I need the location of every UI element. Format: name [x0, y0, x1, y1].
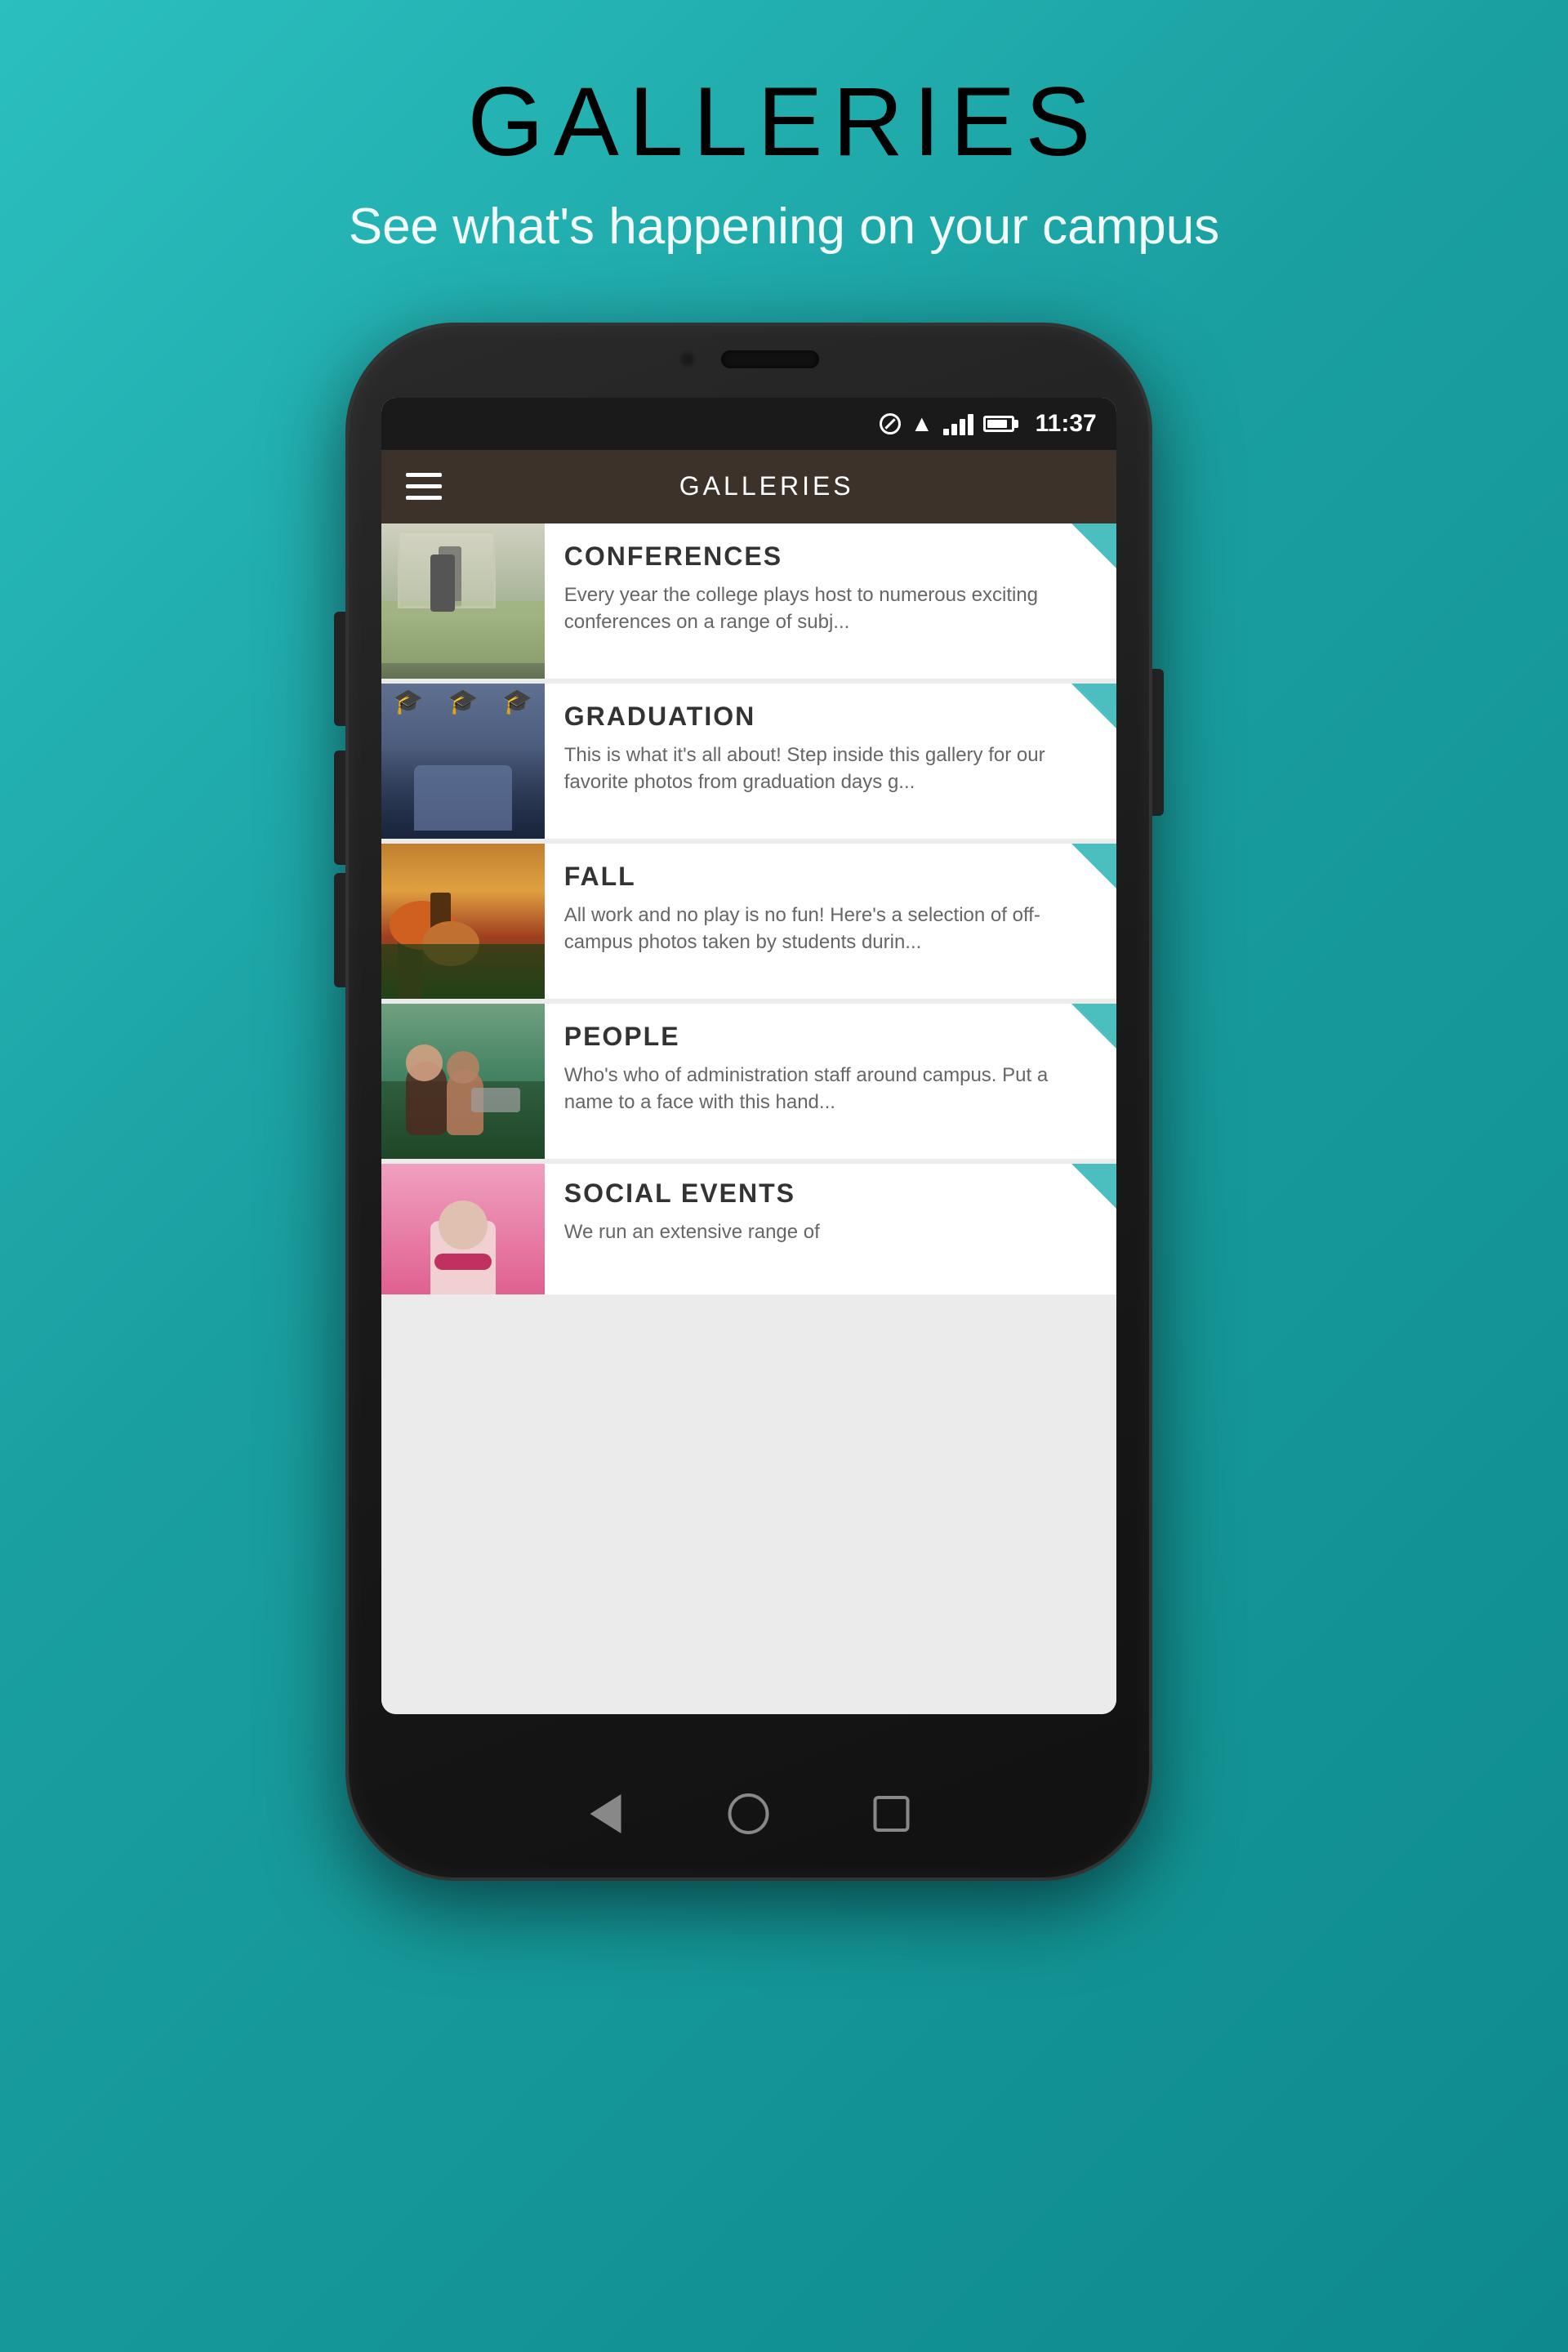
speaker-grille [721, 350, 819, 368]
graduation-title: GRADUATION [564, 702, 1100, 732]
battery-icon [983, 416, 1014, 432]
phone-wrapper: ▲ [349, 326, 1149, 1878]
recents-button[interactable] [869, 1792, 914, 1837]
people-info: PEOPLE Who's who of administration staff… [545, 1004, 1116, 1159]
fall-info: FALL All work and no play is no fun! Her… [545, 844, 1116, 999]
hamburger-line-2 [406, 484, 442, 488]
list-item[interactable]: SOCIAL EVENTS We run an extensive range … [381, 1164, 1116, 1294]
corner-ribbon-conferences [1071, 523, 1116, 568]
people-description: Who's who of administration staff around… [564, 1062, 1100, 1116]
corner-ribbon-fall [1071, 844, 1116, 889]
social-events-title: SOCIAL EVENTS [564, 1178, 1100, 1209]
social-events-info: SOCIAL EVENTS We run an extensive range … [545, 1164, 1116, 1294]
status-bar: ▲ [381, 398, 1116, 450]
conferences-info: CONFERENCES Every year the college plays… [545, 523, 1116, 679]
status-icons: ▲ [880, 410, 1097, 438]
phone-top-bar [679, 350, 819, 368]
wifi-icon: ▲ [911, 411, 933, 437]
list-item[interactable]: 🎓🎓🎓 GRADUATION This is what it's all abo… [381, 684, 1116, 839]
phone-shell: ▲ [349, 326, 1149, 1878]
conferences-description: Every year the college plays host to num… [564, 581, 1100, 636]
conferences-title: CONFERENCES [564, 541, 1100, 572]
list-item[interactable]: PEOPLE Who's who of administration staff… [381, 1004, 1116, 1159]
graduation-info: GRADUATION This is what it's all about! … [545, 684, 1116, 839]
conferences-thumbnail [381, 523, 545, 679]
fall-title: FALL [564, 862, 1100, 892]
list-item[interactable]: CONFERENCES Every year the college plays… [381, 523, 1116, 679]
phone-nav-bar [583, 1792, 914, 1837]
app-bar: GALLERIES [381, 450, 1116, 523]
back-button[interactable] [583, 1792, 628, 1837]
fall-description: All work and no play is no fun! Here's a… [564, 902, 1100, 956]
front-camera [679, 350, 697, 368]
gallery-list: CONFERENCES Every year the college plays… [381, 523, 1116, 1714]
page-header: GALLERIES See what's happening on your c… [349, 65, 1220, 261]
hamburger-line-3 [406, 496, 442, 500]
corner-ribbon-people [1071, 1004, 1116, 1049]
home-button[interactable] [726, 1792, 771, 1837]
social-events-thumbnail [381, 1164, 545, 1294]
people-title: PEOPLE [564, 1022, 1100, 1052]
app-bar-title: GALLERIES [442, 471, 1092, 501]
list-item[interactable]: FALL All work and no play is no fun! Her… [381, 844, 1116, 999]
page-background: GALLERIES See what's happening on your c… [349, 0, 1220, 1878]
corner-ribbon-graduation [1071, 684, 1116, 728]
fall-thumbnail [381, 844, 545, 999]
status-time: 11:37 [1036, 410, 1097, 438]
social-events-description: We run an extensive range of [564, 1218, 1100, 1246]
page-title: GALLERIES [349, 65, 1220, 178]
no-signal-icon [880, 413, 901, 434]
graduation-thumbnail: 🎓🎓🎓 [381, 684, 545, 839]
phone-screen: ▲ [381, 398, 1116, 1714]
signal-bars [943, 412, 973, 435]
graduation-description: This is what it's all about! Step inside… [564, 742, 1100, 796]
hamburger-line-1 [406, 473, 442, 477]
page-subtitle: See what's happening on your campus [349, 194, 1220, 261]
people-thumbnail [381, 1004, 545, 1159]
corner-ribbon-social-events [1071, 1164, 1116, 1209]
hamburger-menu-icon[interactable] [406, 473, 442, 500]
